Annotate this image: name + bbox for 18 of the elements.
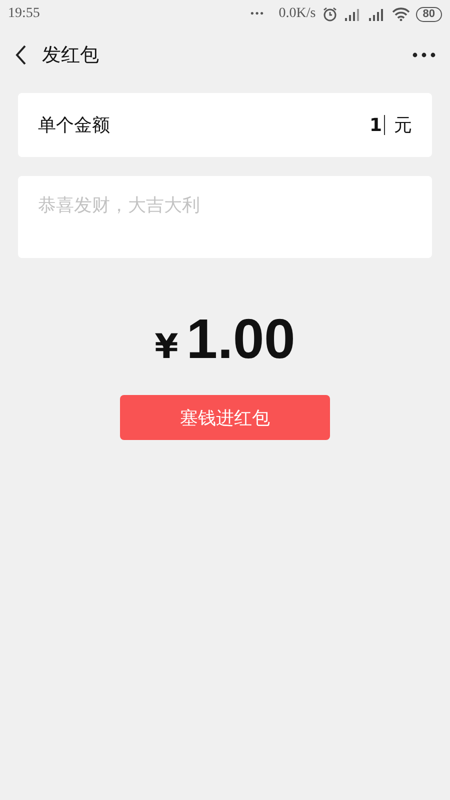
- signal-icon: [344, 8, 362, 20]
- total-amount: 1.00: [186, 306, 296, 371]
- amount-field[interactable]: 单个金额 1 元: [18, 93, 432, 157]
- network-speed: 0.0K/s: [278, 6, 316, 22]
- unit-label: 元: [394, 114, 412, 137]
- greeting-field[interactable]: 恭喜发财，大吉大利: [18, 176, 432, 258]
- back-icon[interactable]: [14, 44, 28, 66]
- page-title: 发红包: [42, 43, 100, 68]
- alarm-icon: [322, 6, 338, 22]
- currency-symbol: ¥: [154, 327, 178, 367]
- signal-icon: [368, 8, 386, 20]
- wifi-icon: [392, 7, 410, 21]
- notification-dots: •••: [250, 8, 265, 20]
- battery-level: 80: [416, 6, 442, 22]
- amount-label: 单个金额: [38, 114, 111, 137]
- amount-value: 1: [369, 114, 382, 136]
- more-icon[interactable]: [412, 52, 436, 58]
- status-time: 19:55: [8, 6, 40, 22]
